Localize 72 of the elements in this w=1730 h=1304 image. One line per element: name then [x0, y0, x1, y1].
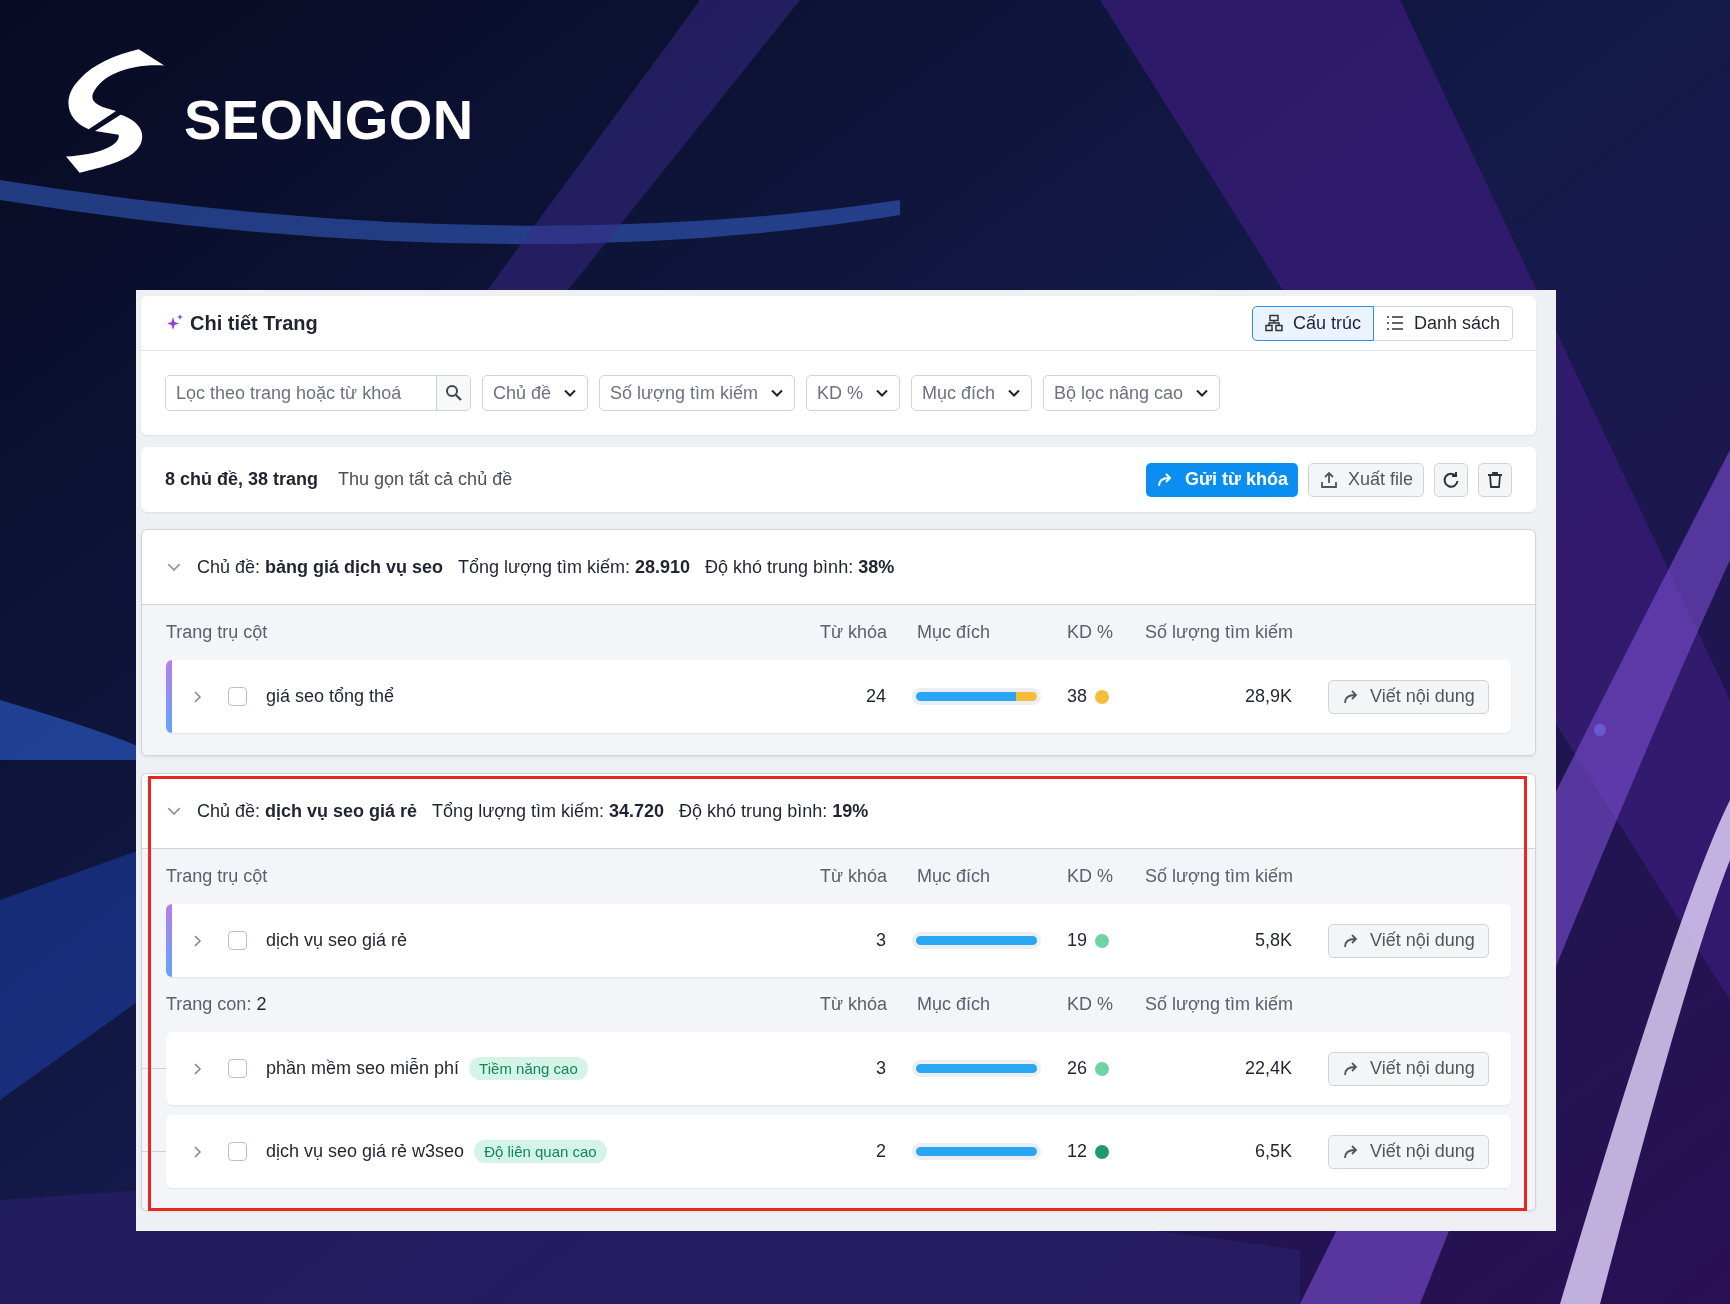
column-header: Mục đích	[917, 866, 992, 887]
keyword-count: 2	[875, 1141, 886, 1162]
page-row[interactable]: dịch vụ seo giá rẻ w3seo Độ liên quan cao 2 12 6,5K Viết nội dung	[166, 1115, 1511, 1188]
topic-stat: Độ khó trung bình: 38%	[705, 556, 895, 578]
keyword-count: 24	[864, 686, 886, 707]
trash-icon	[1485, 469, 1505, 490]
view-tab[interactable]: Cấu trúc	[1251, 305, 1374, 341]
search-volume: 6,5K	[1253, 1141, 1292, 1162]
write-content-button[interactable]: Viết nội dung	[1328, 923, 1489, 958]
filter-dropdown[interactable]: KD %	[805, 375, 900, 411]
write-content-button[interactable]: Viết nội dung	[1328, 1134, 1489, 1169]
kd-value: 12	[1067, 1141, 1088, 1162]
search-field[interactable]: Lọc theo trang hoặc từ khoá	[165, 375, 471, 411]
kd-value: 19	[1067, 930, 1088, 951]
structure-icon	[1264, 314, 1283, 332]
keyword-count: 3	[875, 1058, 886, 1079]
kd-value: 38	[1067, 686, 1088, 707]
column-header: KD %	[1067, 994, 1114, 1015]
topic-stat: Độ khó trung bình: 19%	[679, 800, 869, 822]
refresh-button[interactable]	[1434, 462, 1468, 497]
delete-button[interactable]	[1478, 462, 1512, 497]
column-header: KD %	[1067, 622, 1114, 643]
view-tab[interactable]: Danh sách	[1373, 305, 1513, 341]
tag: Tiềm năng cao	[469, 1057, 588, 1080]
search-volume: 28,9K	[1243, 686, 1292, 707]
group-label: Trang con: 2	[166, 994, 268, 1015]
summary-count: 8 chủ đề, 38 trang	[165, 469, 319, 490]
column-header: Số lượng tìm kiếm	[1145, 994, 1294, 1015]
filter-dropdown[interactable]: Bộ lọc nâng cao	[1043, 375, 1221, 411]
search-volume: 5,8K	[1253, 930, 1292, 951]
topic-stat: Chủ đề: dịch vụ seo giá rẻ	[197, 800, 418, 822]
export-button[interactable]: Xuất file	[1307, 462, 1424, 497]
tag: Độ liên quan cao	[474, 1140, 607, 1163]
write-content-button[interactable]: Viết nội dung	[1328, 1051, 1489, 1086]
page-row[interactable]: dịch vụ seo giá rẻ 3 19 5,8K Viết nội dung	[166, 904, 1511, 977]
brand-name: SEONGON	[184, 86, 474, 152]
page-title: phần mềm seo miễn phí	[266, 1058, 460, 1079]
topic-stat: Chủ đề: bảng giá dịch vụ seo	[197, 556, 444, 578]
column-header: Từ khóa	[818, 994, 887, 1015]
checkbox[interactable]	[228, 1059, 247, 1078]
topic-stat: Tổng lượng tìm kiếm: 34.720	[432, 800, 665, 822]
group-label: Trang trụ cột	[166, 622, 269, 643]
kd-value: 26	[1067, 1058, 1088, 1079]
upload-icon	[1318, 469, 1339, 490]
filter-dropdown[interactable]: Số lượng tìm kiếm	[599, 375, 795, 411]
page-row[interactable]: phần mềm seo miễn phí Tiềm năng cao 3 26 22,4K Viết nội dung	[166, 1032, 1511, 1105]
group-label: Trang trụ cột	[166, 866, 269, 887]
collapse-all-link[interactable]: Thu gọn tất cả chủ đề	[338, 469, 513, 490]
page-row[interactable]: giá seo tổng thể 24 38 28,9K Viết nội dung	[166, 660, 1511, 733]
checkbox[interactable]	[228, 687, 247, 706]
search-volume: 22,4K	[1243, 1058, 1292, 1079]
topic-stat: Tổng lượng tìm kiếm: 28.910	[458, 556, 691, 578]
column-header: Mục đích	[917, 622, 992, 643]
column-header: Mục đích	[917, 994, 992, 1015]
refresh-icon	[1441, 469, 1461, 490]
column-header: Số lượng tìm kiếm	[1145, 866, 1294, 887]
column-header: Từ khóa	[818, 866, 887, 887]
panel-title: Chi tiết Trang	[190, 311, 318, 335]
keyword-count: 3	[875, 930, 886, 951]
checkbox[interactable]	[228, 931, 247, 950]
page-title: giá seo tổng thể	[266, 686, 395, 707]
filter-dropdown[interactable]: Chủ đề	[482, 375, 589, 411]
search-icon	[444, 384, 463, 402]
list-icon	[1385, 314, 1404, 332]
write-content-button[interactable]: Viết nội dung	[1328, 679, 1489, 714]
checkbox[interactable]	[228, 1142, 247, 1161]
column-header: Từ khóa	[818, 622, 887, 643]
page-title: dịch vụ seo giá rẻ	[266, 930, 408, 951]
column-header: KD %	[1067, 866, 1114, 887]
column-header: Số lượng tìm kiếm	[1145, 622, 1294, 643]
filter-dropdown[interactable]: Mục đích	[910, 375, 1032, 411]
page-title: dịch vụ seo giá rẻ w3seo	[266, 1141, 465, 1162]
